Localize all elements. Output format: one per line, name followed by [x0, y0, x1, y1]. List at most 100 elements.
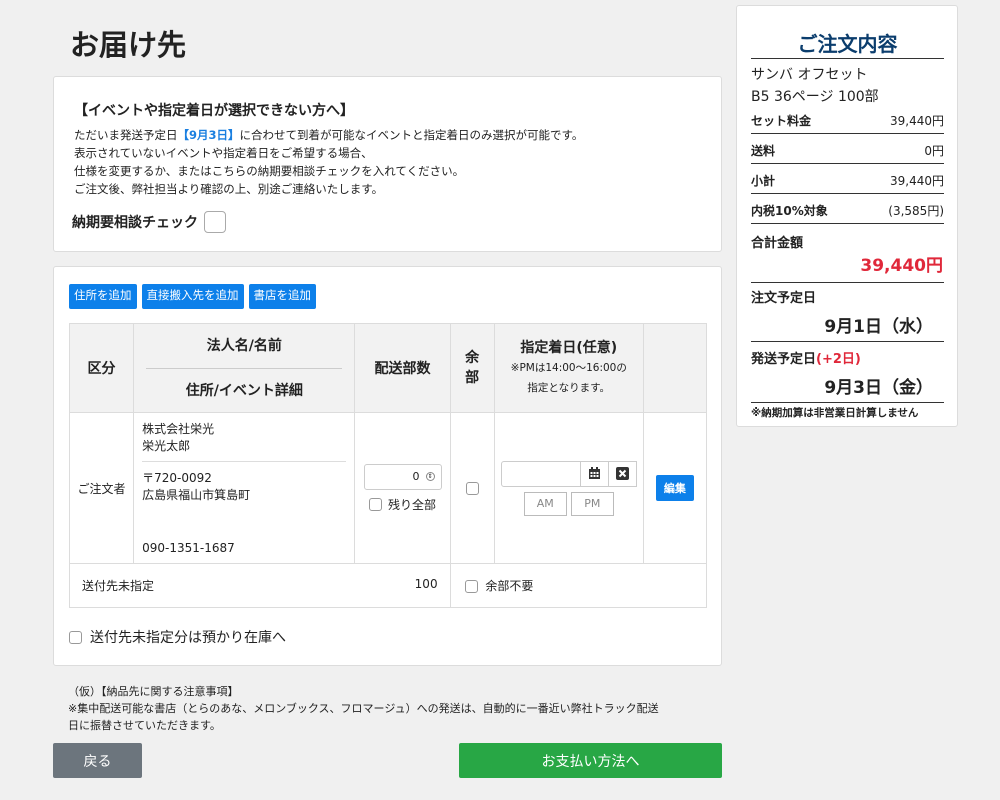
- spinner-icon[interactable]: ⇕: [425, 472, 435, 481]
- consult-check-label: 納期要相談チェック: [72, 215, 198, 231]
- ship-date-note: ※納期加算は非営業日計算しません: [751, 407, 919, 419]
- header-name: 法人名/名前: [206, 338, 282, 354]
- order-date-divider: [751, 341, 944, 342]
- no-spare-label: 余部不要: [485, 579, 534, 593]
- total-label: 合計金額: [751, 236, 804, 251]
- footnote-line1: （仮）【納品先に関する注意事項】: [68, 685, 239, 698]
- shipping-table: 区分 法人名/名前 住所/イベント詳細 配送部数 余部 指定着日(任意) ※PM…: [68, 323, 708, 608]
- notice-line2: 表示されていないイベントや指定着日をご希望する場合、: [74, 146, 373, 160]
- product-spec: B5 36ページ 100部: [751, 89, 879, 105]
- no-spare-cell: 余部不要: [449, 563, 708, 608]
- rest-all-row: 残り全部: [355, 496, 449, 513]
- row-address: 広島県福山市箕島町: [142, 488, 251, 502]
- header-spare: 余部: [449, 323, 495, 413]
- header-address: 住所/イベント詳細: [146, 368, 343, 412]
- stock-checkbox[interactable]: [69, 630, 82, 644]
- row-qty-cell: 0 ⇕ 残り全部: [354, 412, 451, 564]
- header-date-note1: ※PMは14:00〜16:00の: [510, 362, 627, 374]
- set-price-value: 39,440円: [890, 114, 944, 128]
- set-price-label: セット料金: [751, 114, 812, 128]
- delivery-notice-card: 【イベントや指定着日が選択できない方へ】 ただいま発送予定日【9月3日】に合わせ…: [53, 76, 722, 252]
- unassigned-qty: 100: [414, 577, 438, 591]
- am-button[interactable]: AM: [523, 491, 567, 516]
- row-category: ご注文者: [68, 412, 135, 564]
- row-date-cell: AM PM: [493, 412, 644, 564]
- clear-icon[interactable]: [608, 460, 637, 487]
- subtotal-row: 小計 39,440円: [751, 172, 944, 194]
- time-slot-row: AM PM: [495, 491, 643, 516]
- footnote-line3: 日に振替させていただきます。: [68, 719, 221, 732]
- notice-line3: 仕様を変更するか、またはこちらの納期要相談チェックを入れてください。: [74, 164, 465, 178]
- edit-button[interactable]: 編集: [655, 475, 694, 501]
- order-summary-card: ご注文内容 サンバ オフセット B5 36ページ 100部 セット料金 39,4…: [736, 5, 958, 427]
- notice-body: ただいま発送予定日【9月3日】に合わせて到着が可能なイベントと指定着日のみ選択が…: [74, 126, 583, 198]
- ship-date-divider: [751, 402, 944, 403]
- header-name-address: 法人名/名前 住所/イベント詳細: [133, 323, 356, 413]
- payment-method-button[interactable]: お支払い方法へ: [459, 743, 722, 778]
- header-qty: 配送部数: [354, 323, 451, 413]
- notice-title: 【イベントや指定着日が選択できない方へ】: [74, 103, 354, 119]
- notice-line1-post: に合わせて到着が可能なイベントと指定着日のみ選択が可能です。: [239, 128, 584, 142]
- subtotal-value: 39,440円: [890, 174, 944, 188]
- total-divider: [751, 282, 944, 283]
- table-row: 送付先未指定 100 余部不要: [69, 563, 708, 608]
- row-person: 栄光太郎: [142, 439, 191, 453]
- row-company: 株式会社栄光: [142, 422, 215, 436]
- notice-line4: ご注文後、弊社担当より確認の上、別途ご連絡いたします。: [74, 182, 384, 196]
- row-zip: 〒720-0092: [142, 471, 212, 485]
- back-button[interactable]: 戻る: [53, 743, 142, 778]
- stock-label: 送付先未指定分は預かり在庫へ: [90, 630, 286, 646]
- shipping-fee-value: 0円: [924, 144, 944, 158]
- header-actions: [642, 323, 708, 413]
- add-destination-buttons: 住所を追加 直接搬入先を追加 書店を追加: [69, 284, 316, 309]
- ship-date-label: 発送予定日: [751, 352, 817, 367]
- header-category: 区分: [68, 323, 135, 413]
- shipping-fee-label: 送料: [751, 144, 776, 158]
- header-date-label: 指定着日(任意): [520, 340, 618, 356]
- row-action-cell: 編集: [642, 412, 708, 564]
- order-summary-title: ご注文内容: [751, 28, 944, 59]
- total-value: 39,440円: [860, 256, 943, 276]
- quantity-value: 0: [412, 470, 420, 483]
- add-bookstore-button[interactable]: 書店を追加: [248, 284, 316, 309]
- unassigned-cell: 送付先未指定 100: [69, 563, 451, 608]
- ship-date-label-row: 発送予定日(+2日): [751, 348, 861, 367]
- add-address-button[interactable]: 住所を追加: [69, 284, 137, 309]
- footnote-line2: ※集中配送可能な書店（とらのあな、メロンブックス、フロマージュ）への発送は、自動…: [68, 702, 659, 715]
- header-date-note2: 指定となります。: [527, 382, 611, 394]
- quantity-stepper[interactable]: 0 ⇕: [363, 463, 442, 490]
- spare-checkbox[interactable]: [465, 482, 479, 495]
- no-spare-checkbox[interactable]: [464, 580, 478, 593]
- stock-option-row: 送付先未指定分は預かり在庫へ: [69, 627, 286, 647]
- page-title: お届け先: [70, 28, 187, 62]
- rest-all-label: 残り全部: [388, 497, 437, 512]
- shipping-fee-row: 送料 0円: [751, 142, 944, 164]
- tax-label: 内税10%対象: [751, 204, 828, 218]
- set-price-row: セット料金 39,440円: [751, 112, 944, 134]
- product-name: サンバ オフセット: [751, 67, 868, 83]
- row-phone: 090-1351-1687: [142, 541, 235, 555]
- pm-button[interactable]: PM: [570, 491, 614, 516]
- calendar-icon[interactable]: [580, 460, 609, 487]
- ship-date-extra: (+2日): [816, 352, 861, 367]
- subtotal-label: 小計: [751, 174, 776, 188]
- tax-row: 内税10%対象 (3,585円): [751, 202, 944, 224]
- consult-checkbox[interactable]: [204, 211, 226, 233]
- ship-date-highlight: 【9月3日】: [177, 128, 240, 142]
- header-date: 指定着日(任意) ※PMは14:00〜16:00の 指定となります。: [493, 323, 644, 413]
- consult-check-row: 納期要相談チェック: [72, 211, 226, 233]
- unassigned-label: 送付先未指定: [82, 579, 155, 593]
- order-date-label: 注文予定日: [751, 291, 817, 306]
- order-product: サンバ オフセット B5 36ページ 100部: [751, 64, 879, 108]
- add-direct-delivery-button[interactable]: 直接搬入先を追加: [141, 284, 244, 309]
- notice-line1-pre: ただいま発送予定日: [74, 128, 178, 142]
- order-date-value: 9月1日（水）: [824, 317, 933, 337]
- shipping-card: 住所を追加 直接搬入先を追加 書店を追加 区分 法人名/名前 住所/イベント詳細…: [53, 266, 722, 666]
- address-divider: [142, 461, 347, 462]
- delivery-footnote: （仮）【納品先に関する注意事項】 ※集中配送可能な書店（とらのあな、メロンブック…: [68, 683, 718, 734]
- table-row: ご注文者 株式会社栄光 栄光太郎 〒720-0092 広島県福山市箕島町 090…: [68, 412, 708, 564]
- date-input[interactable]: [500, 460, 581, 487]
- date-picker: [495, 460, 643, 487]
- rest-all-checkbox[interactable]: [369, 497, 382, 511]
- ship-date-value: 9月3日（金）: [824, 378, 933, 398]
